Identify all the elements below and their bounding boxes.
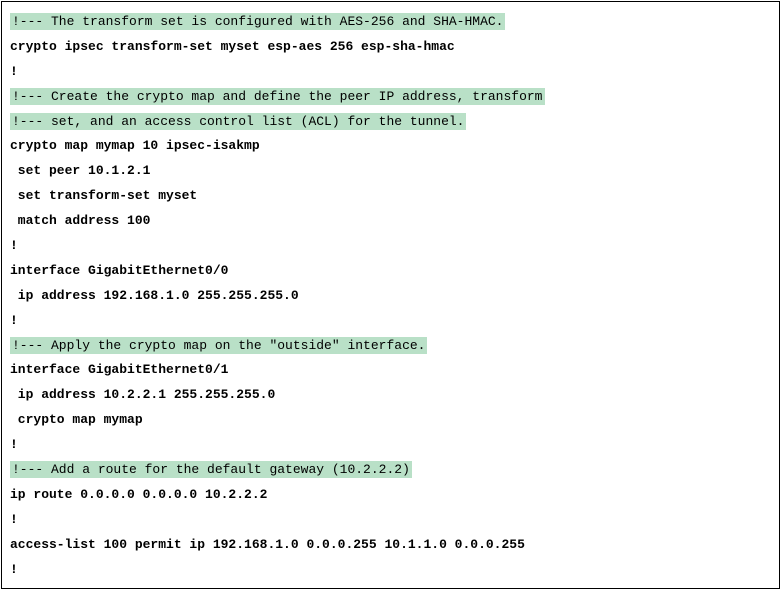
config-code-line: access-list 100 permit ip 192.168.1.0 0.… (10, 533, 771, 558)
config-comment-line: !--- The transform set is configured wit… (10, 10, 771, 35)
config-comment-line: !--- set, and an access control list (AC… (10, 110, 771, 135)
config-code-line: crypto map mymap 10 ipsec-isakmp (10, 134, 771, 159)
config-code-line: ! (10, 60, 771, 85)
config-code-line: ip address 10.2.2.1 255.255.255.0 (10, 383, 771, 408)
config-comment-line: !--- Apply the crypto map on the "outsid… (10, 334, 771, 359)
config-comment-line: !--- Add a route for the default gateway… (10, 458, 771, 483)
config-code-line: match address 100 (10, 209, 771, 234)
config-code-line: interface GigabitEthernet0/1 (10, 358, 771, 383)
config-code-line: ! (10, 558, 771, 583)
config-code-line: ip address 192.168.1.0 255.255.255.0 (10, 284, 771, 309)
config-code-line: ! (10, 309, 771, 334)
comment-text: !--- The transform set is configured wit… (10, 13, 505, 30)
config-code-line: set peer 10.1.2.1 (10, 159, 771, 184)
config-code-line: ! (10, 433, 771, 458)
config-code-block: !--- The transform set is configured wit… (1, 1, 780, 589)
config-code-line: ! (10, 508, 771, 533)
config-comment-line: !--- Create the crypto map and define th… (10, 85, 771, 110)
config-code-line: set transform-set myset (10, 184, 771, 209)
comment-text: !--- Apply the crypto map on the "outsid… (10, 337, 427, 354)
config-code-line: ip route 0.0.0.0 0.0.0.0 10.2.2.2 (10, 483, 771, 508)
comment-text: !--- set, and an access control list (AC… (10, 113, 466, 130)
config-code-line: crypto map mymap (10, 408, 771, 433)
config-code-line: interface GigabitEthernet0/0 (10, 259, 771, 284)
config-code-line: ! (10, 234, 771, 259)
comment-text: !--- Add a route for the default gateway… (10, 461, 412, 478)
config-code-line: crypto ipsec transform-set myset esp-aes… (10, 35, 771, 60)
comment-text: !--- Create the crypto map and define th… (10, 88, 545, 105)
